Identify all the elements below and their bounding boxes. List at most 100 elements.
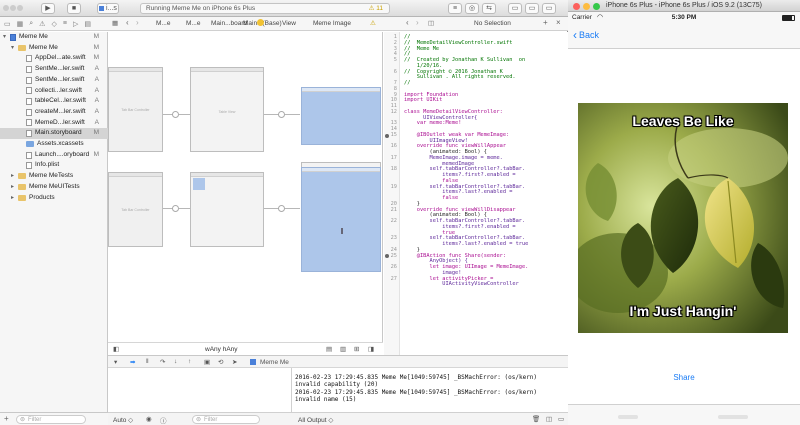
jump-meme-image[interactable]: Meme Image	[313, 20, 351, 27]
jump-path-2[interactable]: M...e	[186, 20, 200, 27]
folder-icon[interactable]: ▭	[4, 20, 11, 28]
navigator-item[interactable]: Info.plist	[0, 160, 108, 171]
disclosure-closed-icon[interactable]: ▸	[11, 171, 18, 182]
meme-detail-scene-bottom[interactable]	[301, 167, 381, 272]
table-view-scene[interactable]: Table View	[190, 67, 264, 152]
warning-icon[interactable]: ⚠	[39, 20, 45, 28]
meme-detail-scene-top[interactable]	[301, 87, 381, 145]
toggle-utilities-button[interactable]: ▭	[542, 2, 556, 14]
navigator-item[interactable]: ▸ Meme MeUITests	[0, 182, 108, 193]
toggle-debug-button[interactable]: ▭	[525, 2, 539, 14]
back-button[interactable]: ‹ Back	[573, 29, 599, 41]
jump-view[interactable]: View	[282, 20, 296, 27]
warning-icon[interactable]: ⚠	[370, 19, 376, 27]
report-icon[interactable]: ▤	[84, 20, 91, 28]
navigator-item[interactable]: collecti...ler.swift A	[0, 86, 108, 97]
view-debug-icon[interactable]: ▣	[204, 358, 210, 366]
pin-icon[interactable]: ⊞	[354, 345, 359, 353]
toggle-navigator-button[interactable]: ▭	[508, 2, 522, 14]
symbol-icon[interactable]: ▦	[17, 20, 24, 28]
quick-look-icon[interactable]: ◉	[146, 415, 152, 423]
auto-scope-select[interactable]: Auto ◇	[113, 416, 133, 424]
disclosure-closed-icon[interactable]: ▸	[11, 193, 18, 204]
navigator-item[interactable]: Main.storyboard M	[0, 128, 108, 139]
split-view-icon[interactable]: ◫	[546, 415, 552, 423]
editor-assistant-button[interactable]: ◎	[465, 2, 479, 14]
back-arrow-icon[interactable]: ‹	[126, 18, 129, 27]
navigator-filter-input[interactable]: ⊜ Filter	[16, 415, 86, 424]
code-line[interactable]: import UIKit	[404, 97, 442, 104]
location-icon[interactable]: ➤	[232, 358, 237, 366]
breakpoint-icon[interactable]: ▷	[73, 20, 78, 28]
document-outline-toggle-icon[interactable]: ◧	[113, 345, 119, 353]
editor-version-button[interactable]: ⇆	[482, 2, 496, 14]
tab-item-table[interactable]	[618, 415, 638, 419]
storyboard-canvas[interactable]: Tab Bar Controller Table View Tab Bar Co…	[108, 32, 383, 355]
run-button[interactable]: ▶	[41, 2, 55, 14]
forward-arrow-icon[interactable]: ›	[136, 18, 139, 27]
warning-indicator[interactable]: ⚠ 11	[369, 4, 383, 14]
align-icon[interactable]: ▥	[340, 345, 346, 353]
output-select[interactable]: All Output ◇	[298, 416, 333, 424]
resolve-icon[interactable]: ◨	[368, 345, 374, 353]
window-close-dots[interactable]	[3, 3, 23, 14]
code-line[interactable]: var meme:Meme!	[404, 120, 462, 127]
variables-filter-input[interactable]: ⊜ Filter	[192, 415, 260, 424]
navigator-item[interactable]: ▸ Products	[0, 193, 108, 204]
close-editor-icon[interactable]: ×	[556, 18, 561, 27]
variables-view[interactable]	[108, 368, 292, 412]
navigator-item[interactable]: ▸ Meme MeTests	[0, 171, 108, 182]
search-icon[interactable]: ⌕	[29, 20, 33, 28]
step-out-icon[interactable]: ↑	[188, 358, 191, 365]
navigator-item[interactable]: AppDel...ate.swift M	[0, 53, 108, 64]
stack-icon[interactable]: ▤	[326, 345, 332, 353]
step-in-icon[interactable]: ↓	[174, 358, 177, 365]
jump-path-1[interactable]: M...e	[156, 20, 170, 27]
tab-item-collection[interactable]	[718, 415, 748, 419]
code-line[interactable]: Sullivan . All rights reserved.	[404, 74, 516, 81]
scheme-selector[interactable]: i...s	[97, 2, 119, 14]
jump-no-selection[interactable]: No Selection	[474, 20, 511, 27]
hide-debug-icon[interactable]: ▾	[114, 358, 117, 366]
step-over-icon[interactable]: ↷	[160, 358, 165, 366]
outlet-connection-icon[interactable]	[385, 133, 389, 138]
add-icon[interactable]: +	[4, 414, 9, 423]
add-editor-icon[interactable]: +	[543, 18, 548, 27]
pause-icon[interactable]: ‖	[146, 358, 149, 365]
disclosure-open-icon[interactable]: ▾	[3, 32, 10, 43]
disclosure-open-icon[interactable]: ▾	[11, 43, 18, 54]
console-only-icon[interactable]: ▭	[558, 415, 564, 423]
console-output[interactable]: 2016-02-23 17:29:45.835 Meme Me[1049:597…	[293, 368, 568, 412]
navigator-item[interactable]: Launch....oryboard M	[0, 150, 108, 161]
debug-target-label[interactable]: Meme Me	[260, 359, 289, 366]
navigator-item[interactable]: SentMe...ler.swift A	[0, 75, 108, 86]
memory-icon[interactable]: ⟲	[218, 358, 223, 366]
code-line[interactable]: items?.last?.enabled = true	[404, 241, 528, 248]
jump-path-3[interactable]: Main...board	[211, 20, 247, 27]
print-description-icon[interactable]: ⓘ	[160, 415, 167, 425]
close-button[interactable]	[573, 3, 580, 10]
related-items-icon[interactable]: ▦	[112, 19, 118, 27]
navigator-item[interactable]: MemeD...ler.swift A	[0, 118, 108, 129]
minimize-button[interactable]	[583, 3, 590, 10]
navigator-item[interactable]: tableCel...ler.swift A	[0, 96, 108, 107]
navigator-item[interactable]: ▾ Meme Me M	[0, 32, 108, 43]
navigator-item[interactable]: createM...ler.swift A	[0, 107, 108, 118]
navigator-item[interactable]: ▾ Meme Me M	[0, 43, 108, 54]
code-line[interactable]: //	[404, 80, 410, 87]
right-back-arrow-icon[interactable]: ‹	[406, 18, 409, 27]
stop-button[interactable]: ■	[67, 2, 81, 14]
navigator-item[interactable]: Assets.xcassets	[0, 139, 108, 150]
disclosure-closed-icon[interactable]: ▸	[11, 182, 18, 193]
automatic-icon[interactable]: ◫	[428, 19, 434, 27]
navigator-item[interactable]: SentMe...ler.swift A	[0, 64, 108, 75]
right-forward-arrow-icon[interactable]: ›	[416, 18, 419, 27]
trash-icon[interactable]: 🗑	[532, 415, 540, 423]
share-button[interactable]: Share	[568, 373, 800, 382]
tab-bar-controller-scene-2[interactable]: Tab Bar Controller	[108, 172, 163, 247]
zoom-button[interactable]	[593, 3, 600, 10]
tab-bar-controller-scene[interactable]: Tab Bar Controller	[108, 67, 163, 152]
debug-icon[interactable]: ≡	[63, 20, 67, 27]
code-line[interactable]: UIActivityViewController	[404, 281, 519, 288]
size-class-label[interactable]: wAny hAny	[205, 346, 238, 353]
